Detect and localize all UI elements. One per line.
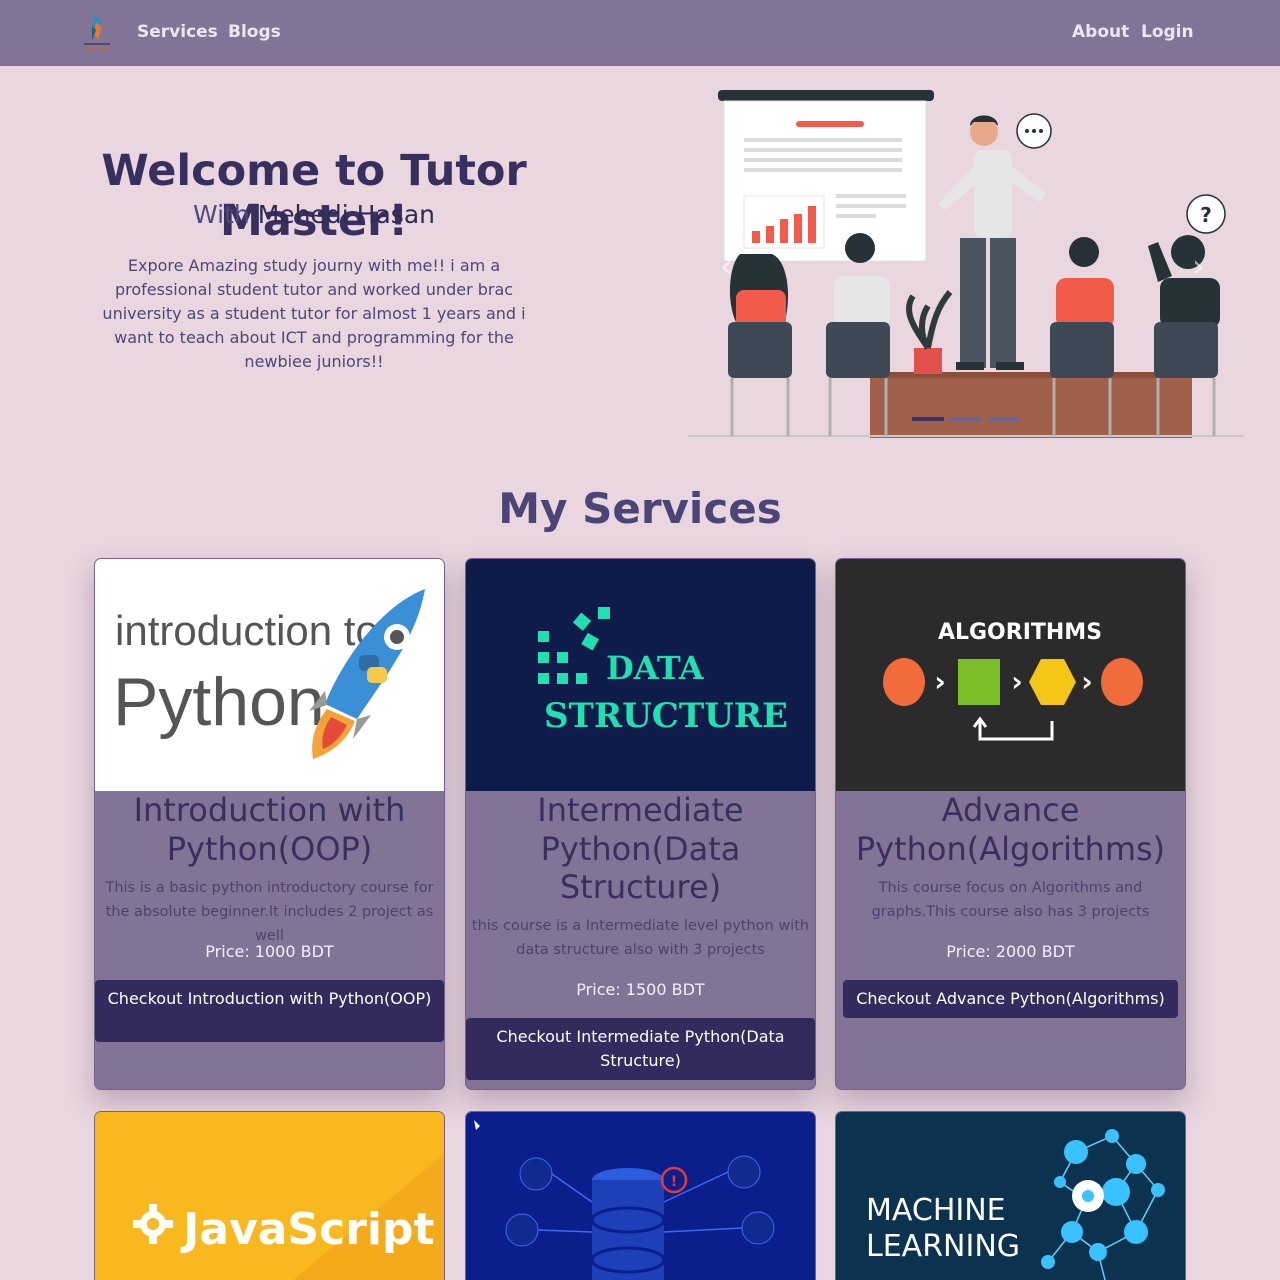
- carousel-next-icon[interactable]: ›: [1192, 250, 1205, 282]
- machine-learning-course-image: MACHINE LEARNING: [836, 1112, 1185, 1280]
- card-description: This is a basic python introductory cour…: [105, 880, 434, 944]
- js-image-text: JavaScript: [180, 1204, 435, 1255]
- card-price: Price: 1500 BDT: [576, 980, 705, 999]
- database-course-image: !: [466, 1112, 815, 1280]
- svg-text:›: ›: [1011, 665, 1023, 698]
- python-image-text-1: introduction to: [115, 607, 379, 654]
- javascript-course-image: JavaScript: [95, 1112, 444, 1280]
- hero-carousel-image: ?: [688, 90, 1244, 438]
- hero-title: Welcome to Tutor Master!: [101, 146, 527, 246]
- service-card-javascript: JavaScript: [94, 1111, 445, 1280]
- hero-subtitle-prefix: With: [193, 200, 250, 229]
- python-image-text-2: Python: [113, 664, 325, 740]
- checkout-data-structure-button[interactable]: Checkout Intermediate Python(Data Struct…: [466, 1018, 815, 1080]
- nav-login-link[interactable]: Login: [1141, 22, 1194, 42]
- ds-image-text-1: DATA: [606, 649, 705, 687]
- nav-blogs-link[interactable]: Blogs: [228, 22, 281, 42]
- ml-image-text-1: MACHINE: [866, 1193, 1006, 1228]
- hero-subtitle: With Mehedi Hasan: [40, 200, 588, 229]
- service-card-python-oop: introduction to Python Introduction with…: [94, 558, 445, 1090]
- top-navbar: Services Blogs About Login: [0, 0, 1280, 66]
- site-logo-icon[interactable]: [80, 12, 114, 54]
- carousel-indicator-1[interactable]: [912, 417, 944, 421]
- svg-text:›: ›: [934, 665, 946, 698]
- svg-text:!: !: [671, 1174, 677, 1190]
- algorithms-course-image: ALGORITHMS › › ›: [836, 559, 1185, 791]
- card-title: Introduction with Python(OOP): [133, 791, 406, 868]
- card-description: this course is a Intermediate level pyth…: [471, 918, 810, 958]
- service-card-machine-learning: MACHINE LEARNING: [835, 1111, 1186, 1280]
- card-description: This course focus on Algorithms and grap…: [871, 880, 1150, 920]
- python-course-image: introduction to Python: [95, 559, 444, 791]
- carousel-prev-icon[interactable]: ‹: [720, 250, 733, 282]
- card-price: Price: 1000 BDT: [205, 942, 334, 961]
- service-card-algorithms: ALGORITHMS › › › Advance Python(Algorith…: [835, 558, 1186, 1090]
- services-section-title: My Services: [498, 484, 782, 533]
- service-card-database: !: [465, 1111, 816, 1280]
- nav-about-link[interactable]: About: [1072, 22, 1129, 42]
- card-title: Advance Python(Algorithms): [855, 791, 1166, 868]
- carousel-indicator-2[interactable]: [950, 417, 982, 421]
- svg-text:?: ?: [1200, 203, 1212, 227]
- hero-description: Expore Amazing study journy with me!! i …: [102, 256, 526, 371]
- algo-image-text: ALGORITHMS: [938, 620, 1102, 645]
- nav-services-link[interactable]: Services: [137, 22, 218, 42]
- svg-text:›: ›: [1081, 665, 1093, 698]
- card-price: Price: 2000 BDT: [946, 942, 1075, 961]
- checkout-python-oop-button[interactable]: Checkout Introduction with Python(OOP): [95, 980, 444, 1042]
- ds-image-text-2: STRUCTURE: [544, 696, 788, 736]
- ml-image-text-2: LEARNING: [866, 1229, 1020, 1264]
- card-title: Intermediate Python(Data Structure): [537, 791, 744, 906]
- hero-subtitle-name: Mehedi Hasan: [257, 200, 435, 229]
- service-card-data-structure: DATA STRUCTURE Intermediate Python(Data …: [465, 558, 816, 1090]
- checkout-algorithms-button[interactable]: Checkout Advance Python(Algorithms): [843, 980, 1178, 1018]
- data-structure-course-image: DATA STRUCTURE: [466, 559, 815, 791]
- carousel-indicator-3[interactable]: [988, 417, 1020, 421]
